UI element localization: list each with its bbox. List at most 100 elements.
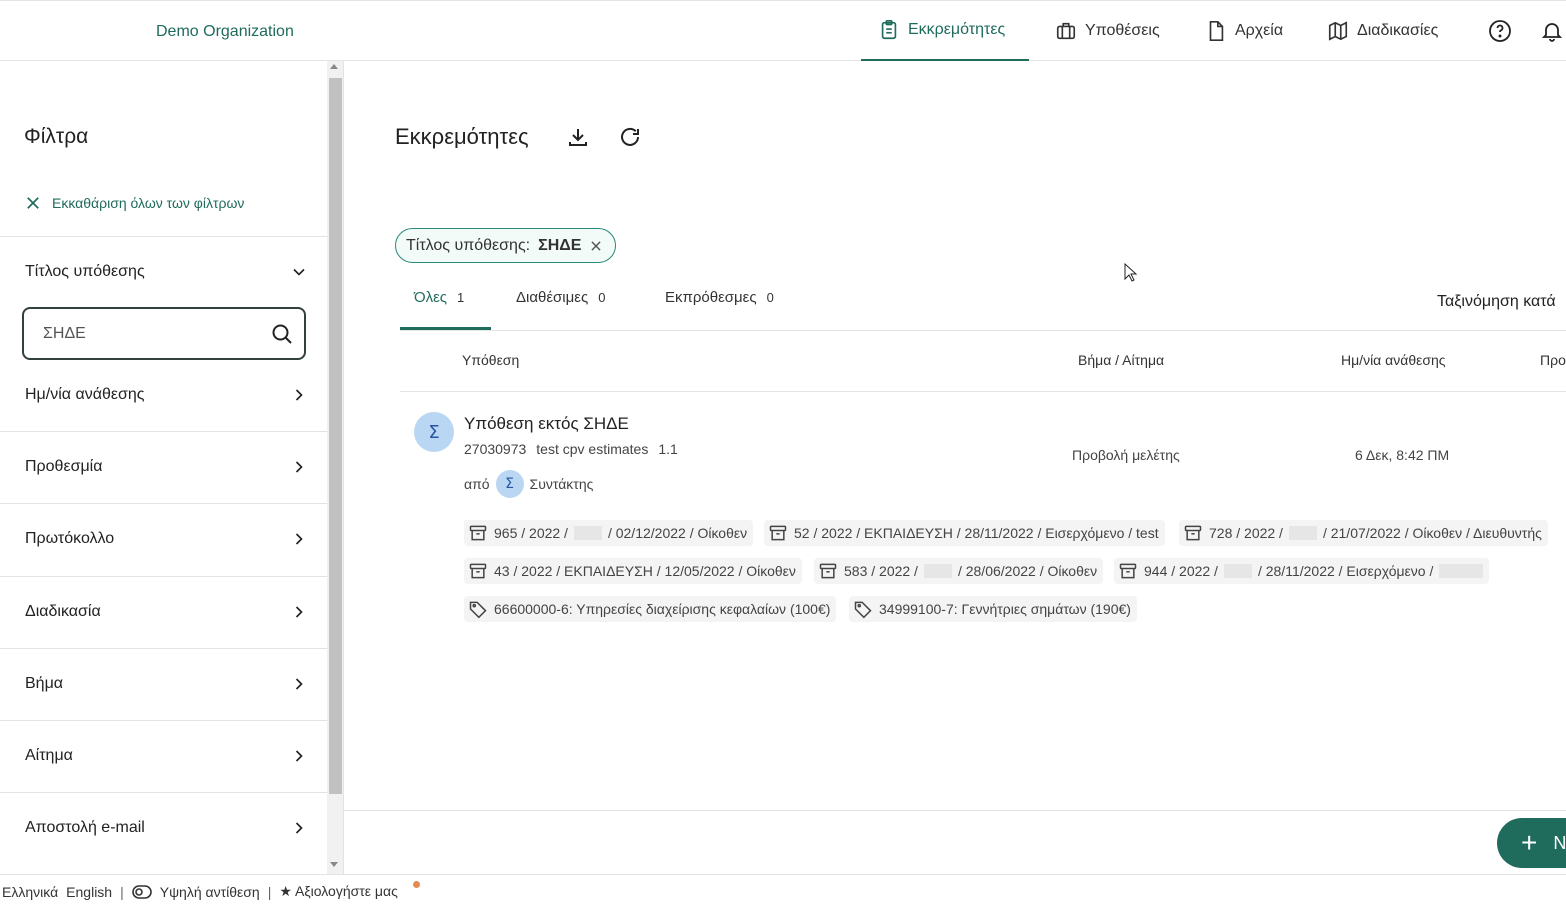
nav-files[interactable]: Αρχεία	[1205, 1, 1283, 61]
nav-files-label: Αρχεία	[1235, 22, 1284, 39]
separator: |	[267, 883, 272, 900]
protocol-tag[interactable]: 583 / 2022 / / 28/06/2022 / Οίκοθεν	[814, 558, 1104, 584]
nav-pending-label: Εκκρεμότητες	[908, 21, 1006, 38]
protocol-tag[interactable]: 728 / 2022 / / 21/07/2022 / Οίκοθεν / Διε…	[1179, 520, 1548, 546]
scroll-down-arrow-icon[interactable]	[330, 862, 338, 867]
case-number: 27030973	[464, 441, 527, 457]
nav-cases-label: Υποθέσεις	[1085, 22, 1160, 39]
refresh-icon[interactable]	[618, 125, 642, 149]
filter-step[interactable]: Βήμα	[0, 662, 327, 706]
chevron-right-icon	[295, 606, 303, 618]
chevron-right-icon	[295, 389, 303, 401]
column-assign-date[interactable]: Ημ/νία ανάθεσης	[1341, 352, 1446, 368]
filter-deadline[interactable]: Προθεσμία	[0, 445, 327, 489]
lang-greek[interactable]: Ελληνικά	[2, 884, 58, 900]
divider	[0, 720, 327, 721]
app-root: Demo Organization Εκκρεμότητες Υποθέσεις…	[0, 0, 1566, 908]
filter-email[interactable]: Αποστολή e-mail	[0, 806, 327, 850]
archive-icon	[1119, 563, 1137, 579]
case-version: 1.1	[658, 441, 678, 457]
tab-available-count: 0	[598, 290, 606, 305]
avatar: Σ	[414, 412, 454, 452]
map-icon	[1328, 21, 1348, 41]
cpv-tag[interactable]: 34999100-7: Γεννήτριες σημάτων (190€)	[849, 596, 1137, 622]
active-filter-chip[interactable]: Τίτλος υπόθεσης: ΣΗΔΕ	[395, 228, 617, 263]
rate-us-link[interactable]: ★ Αξιολογήστε μας	[279, 883, 397, 900]
close-icon[interactable]	[589, 239, 603, 253]
help-icon[interactable]	[1488, 19, 1512, 43]
chevron-down-icon	[293, 268, 305, 276]
filter-email-label: Αποστολή e-mail	[25, 819, 145, 836]
close-icon	[27, 197, 39, 209]
file-icon	[1209, 21, 1224, 41]
archive-icon	[819, 563, 837, 579]
tab-all[interactable]: Όλες 1	[414, 289, 464, 306]
toggle-icon[interactable]	[131, 884, 152, 899]
lang-english[interactable]: English	[66, 884, 112, 900]
tab-overdue[interactable]: Εκπρόθεσμες 0	[665, 289, 774, 306]
filter-protocol-label: Πρωτόκολλο	[25, 530, 115, 547]
tag-icon	[854, 601, 872, 619]
chevron-right-icon	[295, 678, 303, 690]
tag-icon	[469, 601, 487, 619]
protocol-text: 43 / 2022 / ΕΚΠΑΙΔΕΥΣΗ / 12/05/2022 / Οί…	[494, 563, 796, 579]
case-assign-date: 6 Δεκ, 8:42 ΠΜ	[1355, 447, 1450, 463]
scroll-up-arrow-icon[interactable]	[330, 64, 338, 69]
sort-by-button[interactable]: Ταξινόμηση κατά	[1437, 293, 1556, 311]
separator: |	[120, 883, 124, 900]
bell-icon[interactable]	[1540, 19, 1564, 43]
top-bar: Demo Organization Εκκρεμότητες Υποθέσεις…	[0, 0, 1566, 61]
protocol-text: 965 / 2022 /	[494, 525, 568, 541]
filter-case-title[interactable]: Τίτλος υπόθεσης	[0, 254, 327, 290]
divider	[0, 431, 327, 432]
protocol-tag[interactable]: 944 / 2022 / / 28/11/2022 / Εισερχόμενο /	[1114, 558, 1490, 584]
sidebar-scrollbar-thumb[interactable]	[329, 78, 342, 794]
divider	[0, 792, 327, 793]
protocol-text: 52 / 2022 / ΕΚΠΑΙΔΕΥΣΗ / 28/11/2022 / Ει…	[794, 525, 1159, 541]
filter-protocol[interactable]: Πρωτόκολλο	[0, 517, 327, 561]
main-content: Εκκρεμότητες Τίτλος υπόθεσης: ΣΗΔΕ Όλες …	[344, 61, 1566, 874]
tab-overdue-count: 0	[766, 290, 774, 305]
cpv-text: 66600000-6: Υπηρεσίες διαχείρισης κεφαλα…	[494, 601, 831, 617]
case-author: από Σ Συντάκτης	[464, 470, 593, 498]
divider	[0, 648, 327, 649]
nav-pending[interactable]: Εκκρεμότητες	[861, 1, 1029, 61]
protocol-tag[interactable]: 52 / 2022 / ΕΚΠΑΙΔΕΥΣΗ / 28/11/2022 / Ει…	[764, 520, 1165, 546]
filter-request[interactable]: Αίτημα	[0, 734, 327, 778]
tab-all-label: Όλες	[414, 289, 448, 306]
briefcase-icon	[1056, 22, 1076, 40]
column-step-request[interactable]: Βήμα / Αίτημα	[1078, 352, 1164, 368]
case-project: test cpv estimates	[536, 441, 649, 457]
filters-sidebar: Φίλτρα Εκκαθάριση όλων των φίλτρων Τίτλο…	[0, 61, 327, 874]
nav-procedures-label: Διαδικασίες	[1357, 22, 1439, 39]
organization-name[interactable]: Demo Organization	[156, 23, 294, 41]
nav-cases[interactable]: Υποθέσεις	[1055, 1, 1160, 61]
protocol-text: / 21/07/2022 / Οίκοθεν / Διευθυντής	[1322, 525, 1542, 541]
divider	[0, 576, 327, 577]
archive-icon	[1184, 525, 1202, 541]
case-step: Προβολή μελέτης	[1072, 447, 1180, 463]
filter-assign-date[interactable]: Ημ/νία ανάθεσης	[0, 373, 327, 417]
cpv-tag[interactable]: 66600000-6: Υπηρεσίες διαχείρισης κεφαλα…	[464, 596, 837, 622]
chip-label: Τίτλος υπόθεσης:	[406, 236, 531, 254]
filter-procedure[interactable]: Διαδικασία	[0, 590, 327, 634]
tab-overdue-label: Εκπρόθεσμες	[665, 289, 757, 306]
high-contrast-toggle[interactable]: Υψηλή αντίθεση	[160, 884, 260, 900]
case-title[interactable]: Υπόθεση εκτός ΣΗΔΕ	[464, 414, 629, 434]
case-title-search-input[interactable]	[43, 324, 243, 343]
archive-icon	[469, 525, 487, 541]
new-button[interactable]: + Ν	[1497, 818, 1566, 868]
search-icon[interactable]	[270, 322, 294, 346]
clear-filters-button[interactable]: Εκκαθάριση όλων των φίλτρων	[24, 194, 244, 212]
tab-available-label: Διαθέσιμες	[516, 289, 589, 306]
protocol-tag[interactable]: 965 / 2022 / / 02/12/2022 / Οίκοθεν	[464, 520, 754, 546]
download-icon[interactable]	[566, 125, 590, 149]
protocol-tag[interactable]: 43 / 2022 / ΕΚΠΑΙΔΕΥΣΗ / 12/05/2022 / Οί…	[464, 558, 802, 584]
column-deadline[interactable]: Προ	[1540, 352, 1566, 368]
nav-procedures[interactable]: Διαδικασίες	[1327, 1, 1438, 61]
tab-all-count: 1	[457, 290, 465, 305]
divider	[400, 391, 1566, 392]
notification-dot	[413, 881, 420, 888]
tab-available[interactable]: Διαθέσιμες 0	[516, 289, 605, 306]
column-case[interactable]: Υπόθεση	[462, 352, 519, 368]
